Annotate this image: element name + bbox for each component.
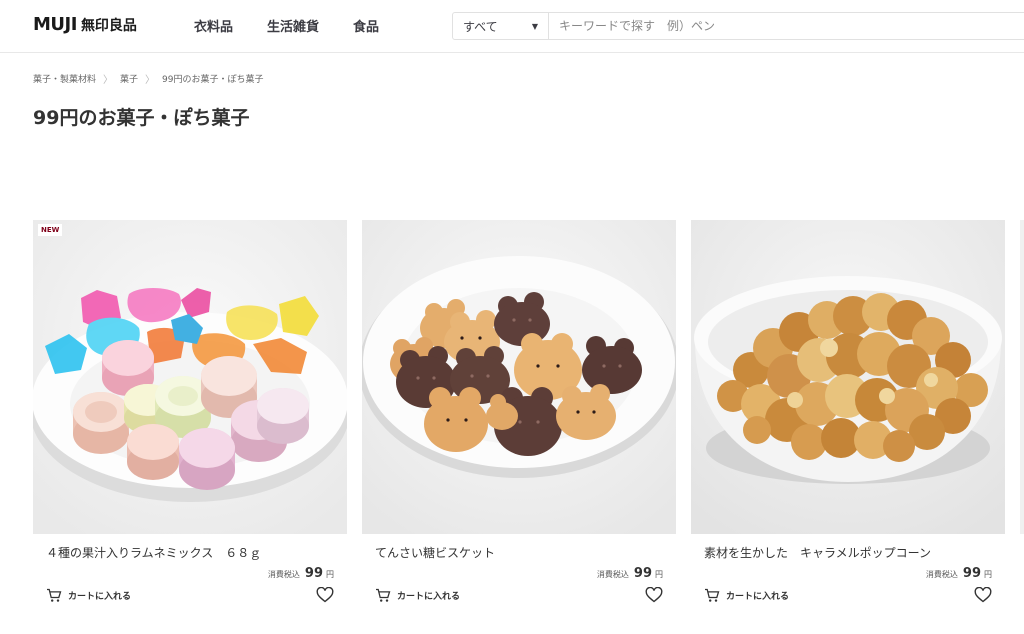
product-name[interactable]: 素材を生かした キャラメルポップコーン <box>704 544 1005 560</box>
currency-label: 円 <box>984 570 992 579</box>
add-to-cart-button[interactable]: カートに入れる <box>704 588 789 603</box>
price-row: 消費税込 99 円 <box>691 566 992 581</box>
price-row: 消費税込 99 円 <box>362 566 663 581</box>
currency-label: 円 <box>655 570 663 579</box>
chevron-right-icon: 〉 <box>103 75 114 86</box>
new-badge: NEW <box>38 224 63 236</box>
search-bar: すべて ▼ <box>452 12 1024 40</box>
ramune-candy-image <box>33 220 347 534</box>
breadcrumb-item[interactable]: 菓子・製菓材料 <box>33 72 96 85</box>
product-grid: NEW ４種の果汁入りラムネミックス ６８ｇ 消費税込 99 円 カートに入れる… <box>33 220 1024 603</box>
product-actions: カートに入れる <box>375 587 663 603</box>
add-to-cart-button[interactable]: カートに入れる <box>375 588 460 603</box>
popcorn-image <box>691 220 1005 534</box>
logo[interactable]: MUJI 無印良品 <box>33 14 137 35</box>
add-to-cart-label: カートに入れる <box>726 591 790 602</box>
nav-item-household[interactable]: 生活雑貨 <box>267 16 319 35</box>
product-image[interactable] <box>1020 220 1024 534</box>
biscuit-image <box>362 220 676 534</box>
logo-muji: MUJI <box>33 14 77 35</box>
product-image[interactable] <box>362 220 676 534</box>
product-image[interactable] <box>691 220 1005 534</box>
main-nav: 衣料品 生活雑貨 食品 <box>194 16 379 35</box>
cart-icon <box>47 588 62 602</box>
tax-label: 消費税込 <box>596 570 629 579</box>
price-value: 99 <box>962 566 981 581</box>
page-title: 99円のお菓子・ぽち菓子 <box>33 107 250 129</box>
breadcrumb-item[interactable]: 菓子 <box>120 72 138 85</box>
nav-item-food[interactable]: 食品 <box>353 16 379 35</box>
search-scope-select[interactable]: すべて ▼ <box>453 13 549 39</box>
product-actions: カートに入れる <box>46 587 334 603</box>
heart-icon[interactable] <box>974 587 992 603</box>
search-scope-label: すべて <box>463 19 498 34</box>
product-card[interactable]: てんさい糖ビスケット 消費税込 99 円 カートに入れる <box>362 220 676 603</box>
product-card[interactable]: NEW ４種の果汁入りラムネミックス ６８ｇ 消費税込 99 円 カートに入れる <box>33 220 347 603</box>
heart-icon[interactable] <box>645 587 663 603</box>
price-value: 99 <box>304 566 323 581</box>
add-to-cart-label: カートに入れる <box>68 591 132 602</box>
tax-label: 消費税込 <box>925 570 958 579</box>
add-to-cart-button[interactable]: カートに入れる <box>46 588 131 603</box>
chevron-right-icon: 〉 <box>145 75 156 86</box>
heart-icon[interactable] <box>316 587 334 603</box>
caret-down-icon: ▼ <box>531 21 538 31</box>
price-value: 99 <box>633 566 652 581</box>
cart-icon <box>376 588 391 602</box>
product-name[interactable]: てんさい糖ビスケット <box>375 544 676 560</box>
tax-label: 消費税込 <box>267 570 300 579</box>
breadcrumb: 菓子・製菓材料 〉 菓子 〉 99円のお菓子・ぽち菓子 <box>33 71 263 86</box>
product-actions: カートに入れる <box>704 587 992 603</box>
product-name[interactable]: ４種の果汁入りラムネミックス ６８ｇ <box>46 544 347 560</box>
cart-icon <box>705 588 720 602</box>
search-input[interactable] <box>557 14 1024 38</box>
product-card-partial[interactable] <box>1020 220 1024 603</box>
breadcrumb-current: 99円のお菓子・ぽち菓子 <box>162 75 264 85</box>
site-header: MUJI 無印良品 衣料品 生活雑貨 食品 すべて ▼ <box>0 0 1024 53</box>
price-row: 消費税込 99 円 <box>33 566 334 581</box>
add-to-cart-label: カートに入れる <box>397 591 461 602</box>
currency-label: 円 <box>326 570 334 579</box>
product-image[interactable]: NEW <box>33 220 347 534</box>
product-card[interactable]: 素材を生かした キャラメルポップコーン 消費税込 99 円 カートに入れる <box>691 220 1005 603</box>
logo-jp: 無印良品 <box>80 18 137 34</box>
nav-item-clothing[interactable]: 衣料品 <box>194 16 233 35</box>
